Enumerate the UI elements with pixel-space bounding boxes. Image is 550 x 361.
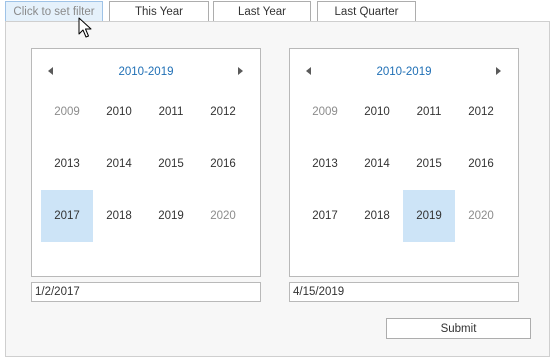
year-cell[interactable]: 2011	[145, 86, 197, 138]
tab-this-year[interactable]: This Year	[109, 1, 209, 22]
year-cell[interactable]: 2013	[41, 138, 93, 190]
year-cell[interactable]: 2020	[197, 190, 249, 242]
year-cell[interactable]: 2019	[145, 190, 197, 242]
year-cell[interactable]: 2012	[197, 86, 249, 138]
year-cell[interactable]: 2009	[41, 86, 93, 138]
submit-button[interactable]: Submit	[386, 318, 531, 339]
year-cell[interactable]: 2010	[351, 86, 403, 138]
year-grid: 2009 2010 2011 2012 2013 2014 2015 2016 2017 2018…	[299, 86, 507, 242]
year-cell[interactable]: 2011	[403, 86, 455, 138]
year-cell[interactable]: 2014	[351, 138, 403, 190]
decade-range[interactable]: 2010-2019	[290, 66, 518, 78]
filter-panel: 2010-2019 2009 2010 2011 2012 2013 2014 2015 20…	[5, 21, 550, 357]
chevron-right-icon[interactable]	[496, 67, 501, 75]
mouse-pointer-icon	[78, 17, 92, 38]
year-cell[interactable]: 2018	[351, 190, 403, 242]
year-cell[interactable]: 2020	[455, 190, 507, 242]
decade-range[interactable]: 2010-2019	[32, 66, 260, 78]
year-cell[interactable]: 2016	[197, 138, 249, 190]
year-cell[interactable]: 2012	[455, 86, 507, 138]
year-cell[interactable]: 2018	[93, 190, 145, 242]
year-grid: 2009 2010 2011 2012 2013 2014 2015 2016 2017 2018…	[41, 86, 249, 242]
tab-last-quarter[interactable]: Last Quarter	[317, 1, 416, 22]
year-cell[interactable]: 2010	[93, 86, 145, 138]
year-cell[interactable]: 2009	[299, 86, 351, 138]
year-cell-selected[interactable]: 2017	[41, 190, 93, 242]
tab-last-year[interactable]: Last Year	[213, 1, 311, 22]
year-cell[interactable]: 2016	[455, 138, 507, 190]
year-cell[interactable]: 2017	[299, 190, 351, 242]
year-cell[interactable]: 2013	[299, 138, 351, 190]
year-cell[interactable]: 2014	[93, 138, 145, 190]
start-date-input[interactable]	[31, 282, 261, 302]
year-cell-selected[interactable]: 2019	[403, 190, 455, 242]
chevron-right-icon[interactable]	[238, 67, 243, 75]
start-calendar: 2010-2019 2009 2010 2011 2012 2013 2014 2015 20…	[31, 48, 261, 277]
year-cell[interactable]: 2015	[145, 138, 197, 190]
year-cell[interactable]: 2015	[403, 138, 455, 190]
end-date-input[interactable]	[289, 282, 519, 302]
end-calendar: 2010-2019 2009 2010 2011 2012 2013 2014 2015 20…	[289, 48, 519, 277]
